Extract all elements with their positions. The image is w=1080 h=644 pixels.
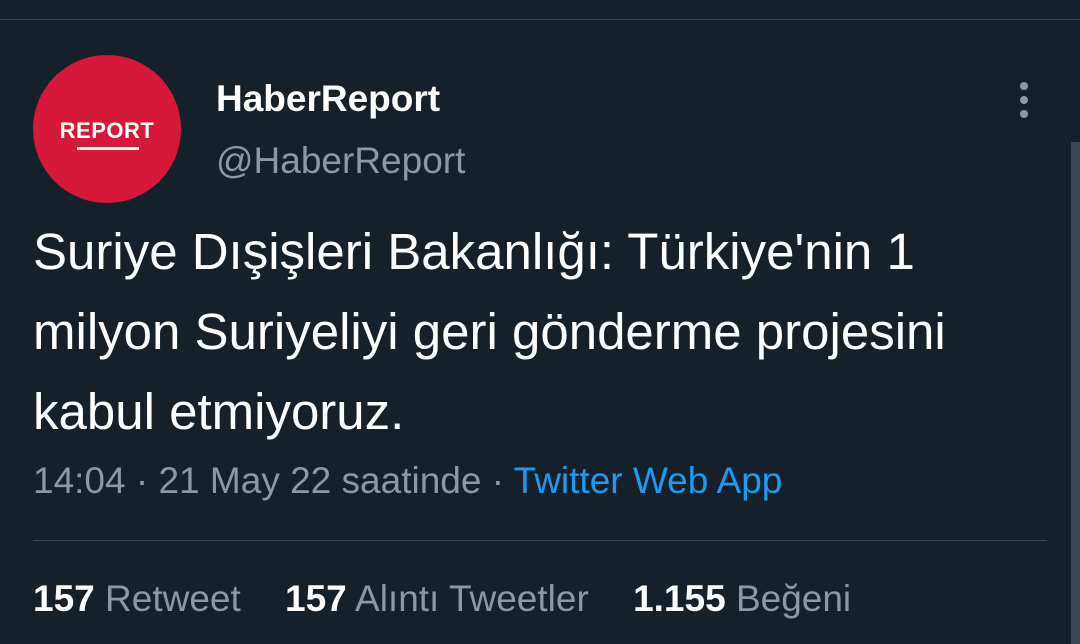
tweet-source-link[interactable]: Twitter Web App [514,460,783,501]
retweet-count[interactable]: 157 Retweet [33,578,241,620]
top-divider [0,19,1080,20]
meta-separator: · [125,460,159,501]
tweet-text: Suriye Dışişleri Bakanlığı: Türkiye'nin … [33,223,946,440]
more-vertical-icon [1020,96,1028,104]
tweet-date[interactable]: 21 May 22 saatinde [158,460,481,501]
scrollbar[interactable] [1071,142,1080,644]
author-handle[interactable]: @HaberReport [216,140,465,182]
avatar-logo-underline [77,147,139,150]
like-count-label: Beğeni [735,578,852,619]
meta-separator: · [481,460,514,501]
tweet-meta: 14:04 · 21 May 22 saatinde · Twitter Web… [33,460,782,502]
more-vertical-icon [1020,82,1028,90]
avatar[interactable]: REPORT [33,55,181,203]
tweet-time[interactable]: 14:04 [33,460,126,501]
more-options-button[interactable] [1010,78,1038,122]
like-count-number: 1.155 [633,578,726,619]
like-count[interactable]: 1.155 Beğeni [633,578,851,620]
engagement-stats: 157 Retweet 157 Alıntı Tweetler 1.155 Be… [33,578,885,620]
quote-count-number: 157 [285,578,347,619]
quote-count[interactable]: 157 Alıntı Tweetler [285,578,589,620]
retweet-count-label: Retweet [105,578,241,619]
quote-count-label: Alıntı Tweetler [355,578,589,619]
author-display-name[interactable]: HaberReport [216,78,440,120]
retweet-count-number: 157 [33,578,95,619]
tweet-detail-view: REPORT HaberReport @HaberReport Suriye D… [0,0,1080,644]
more-vertical-icon [1020,110,1028,118]
avatar-logo-text: REPORT [59,118,155,143]
stats-divider [33,540,1047,541]
